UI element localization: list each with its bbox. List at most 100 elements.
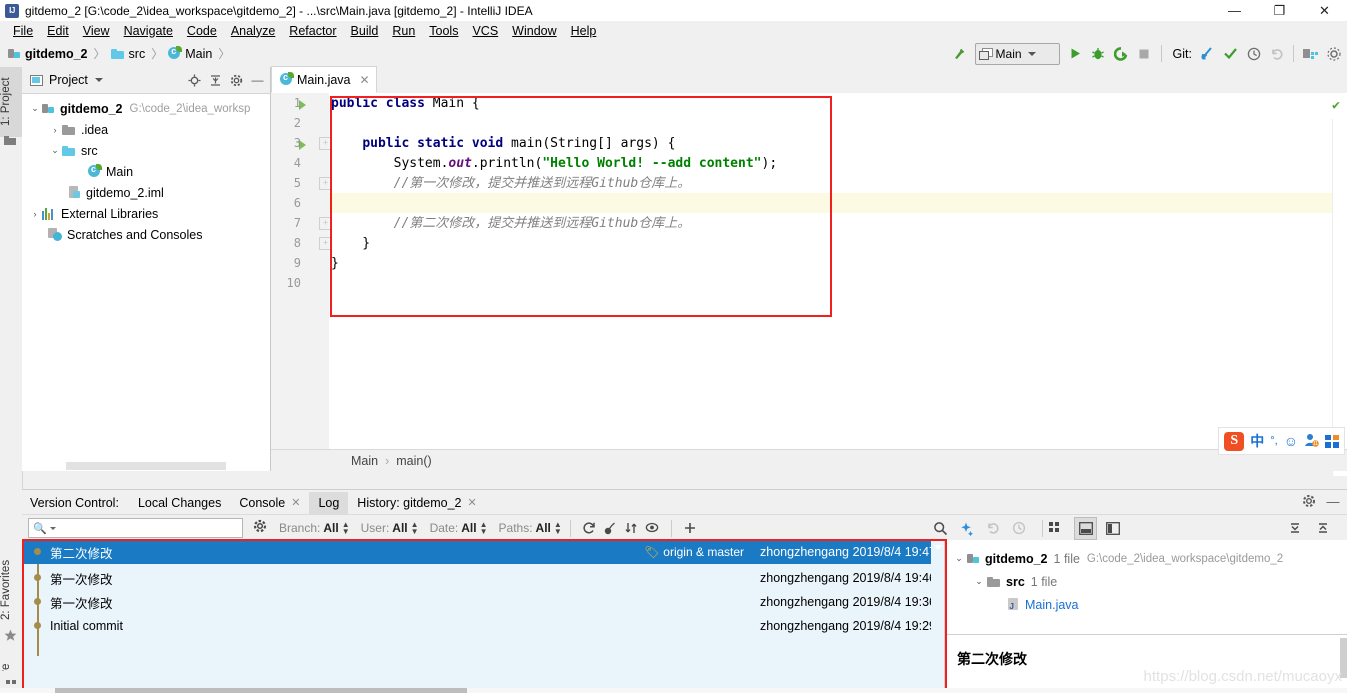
close-icon[interactable]: ✕ [360, 73, 370, 87]
chevron-down-icon[interactable]: ⌄ [971, 576, 987, 587]
tab-log[interactable]: Log [309, 491, 349, 514]
table-row[interactable]: 第一次修改 zhongzhengang 2019/8/4 19:46 [22, 566, 944, 590]
editor-breadcrumb-method[interactable]: main() [396, 454, 431, 468]
sogou-logo-icon[interactable]: S [1224, 431, 1245, 451]
history-icon[interactable] [1242, 42, 1265, 65]
run-icon[interactable] [1064, 42, 1087, 65]
table-row[interactable]: 第二次修改 🏷 origin & master zhongzhengang 20… [22, 540, 944, 564]
tab-history[interactable]: History: gitdemo_2 ✕ [348, 492, 485, 514]
collapse-all-icon[interactable] [1312, 518, 1333, 539]
project-structure-icon[interactable] [1299, 42, 1322, 65]
commit-icon[interactable] [1219, 42, 1242, 65]
hide-icon[interactable]: — [1323, 491, 1343, 511]
eye-icon[interactable] [642, 518, 663, 539]
menu-view[interactable]: View [76, 22, 117, 40]
editor-gutter[interactable]: 1 2 3 4 5 6 7 8 9 10 + + + + [271, 93, 332, 450]
chevron-down-icon[interactable] [49, 526, 56, 530]
side-panel-icon[interactable] [1102, 518, 1123, 539]
code-content[interactable]: public class Main { public static void m… [331, 93, 1347, 450]
add-icon[interactable] [680, 518, 701, 539]
debug-icon[interactable] [1087, 42, 1110, 65]
close-icon[interactable]: ✕ [468, 496, 477, 509]
tab-local-changes[interactable]: Local Changes [129, 492, 230, 514]
bottom-scrollbar[interactable] [0, 688, 1347, 693]
tree-node-iml[interactable]: gitdemo_2.iml [22, 182, 270, 203]
gear-icon[interactable] [1299, 491, 1319, 511]
table-row[interactable]: 第一次修改 zhongzhengang 2019/8/4 19:36 [22, 590, 944, 614]
gear-icon[interactable] [226, 70, 247, 91]
commit-list[interactable]: 第二次修改 🏷 origin & master zhongzhengang 20… [22, 540, 944, 693]
build-icon[interactable] [948, 42, 971, 65]
cherry-pick-icon[interactable] [600, 518, 621, 539]
close-icon[interactable]: ✕ [1302, 0, 1347, 21]
tree-node-src[interactable]: ⌄ src [22, 140, 270, 161]
close-icon[interactable]: ✕ [291, 496, 300, 509]
run-configuration-selector[interactable]: Main [974, 42, 1060, 65]
chevron-down-icon[interactable] [94, 78, 103, 82]
scrollbar-thumb[interactable] [66, 462, 226, 470]
menu-refactor[interactable]: Refactor [282, 22, 343, 40]
table-row[interactable]: Initial commit zhongzhengang 2019/8/4 19… [22, 614, 944, 638]
tree-node-idea[interactable]: › .idea [22, 119, 270, 140]
sidebar-item-project[interactable]: 1: Project [0, 67, 22, 137]
breadcrumb-main[interactable]: Main 〉 [168, 45, 235, 62]
punctuation-icon[interactable]: °, [1270, 435, 1277, 447]
revert-icon[interactable] [982, 518, 1003, 539]
chevron-right-icon[interactable]: › [28, 209, 42, 219]
menu-navigate[interactable]: Navigate [117, 22, 180, 40]
menu-run[interactable]: Run [385, 22, 422, 40]
menu-vcs[interactable]: VCS [465, 22, 505, 40]
menu-code[interactable]: Code [180, 22, 224, 40]
filter-user[interactable]: User: All ▲ ▼ [361, 521, 419, 536]
minimize-icon[interactable]: — [1212, 0, 1257, 21]
maximize-icon[interactable]: ❐ [1257, 0, 1302, 21]
menu-help[interactable]: Help [564, 22, 604, 40]
menu-window[interactable]: Window [505, 22, 563, 40]
update-project-icon[interactable] [1196, 42, 1219, 65]
grid-icon[interactable] [1044, 518, 1065, 539]
run-class-gutter-icon[interactable] [299, 100, 306, 110]
highlight-icon[interactable] [956, 518, 977, 539]
collapse-all-icon[interactable] [205, 70, 226, 91]
search-input[interactable]: 🔍 [28, 518, 243, 538]
run-method-gutter-icon[interactable] [299, 140, 306, 150]
commit-list-scrollbar[interactable] [931, 540, 944, 693]
filter-date[interactable]: Date: All ▲ ▼ [430, 521, 488, 536]
changed-file-node-mainjava[interactable]: Main.java [951, 593, 1347, 616]
filter-branch[interactable]: Branch: All ▲ ▼ [279, 521, 350, 536]
chevron-right-icon[interactable]: › [48, 125, 62, 135]
changed-file-node-gitdemo2[interactable]: ⌄ gitdemo_2 1 file G:\code_2\idea_worksp… [951, 547, 1347, 570]
run-with-coverage-icon[interactable] [1110, 42, 1133, 65]
settings-icon[interactable] [1322, 42, 1345, 65]
chevron-down-icon[interactable] [934, 545, 942, 550]
tab-main-java[interactable]: Main.java ✕ [271, 66, 377, 93]
chevron-down-icon[interactable]: ⌄ [28, 103, 42, 114]
menu-build[interactable]: Build [344, 22, 386, 40]
code-editor[interactable]: 1 2 3 4 5 6 7 8 9 10 + + + + public clas… [271, 93, 1347, 476]
filter-paths[interactable]: Paths: All ▲ ▼ [499, 521, 562, 536]
expand-all-icon[interactable] [1284, 518, 1305, 539]
stop-icon[interactable] [1133, 42, 1156, 65]
chevron-down-icon[interactable]: ⌄ [951, 553, 967, 564]
tree-node-scratches[interactable]: Scratches and Consoles [22, 224, 270, 245]
tree-node-gitdemo2[interactable]: ⌄ gitdemo_2 G:\code_2\idea_worksp [22, 98, 270, 119]
menu-analyze[interactable]: Analyze [224, 22, 282, 40]
menu-tools[interactable]: Tools [422, 22, 465, 40]
editor-breadcrumb-class[interactable]: Main [351, 454, 378, 468]
menu-file[interactable]: File [6, 22, 40, 40]
inspection-status-icon[interactable]: ✔ [1332, 98, 1340, 113]
breadcrumb-gitdemo2[interactable]: gitdemo_2 〉 [8, 45, 111, 62]
editor-vertical-scrollbar[interactable] [1332, 119, 1347, 476]
sidebar-item-favorites[interactable]: 2: Favorites [0, 547, 22, 633]
locate-icon[interactable] [184, 70, 205, 91]
menu-edit[interactable]: Edit [40, 22, 76, 40]
rollback-icon[interactable] [1265, 42, 1288, 65]
tab-console[interactable]: Console ✕ [230, 492, 309, 514]
gear-icon[interactable] [253, 519, 268, 537]
breadcrumb-src[interactable]: src 〉 [110, 45, 169, 62]
hide-icon[interactable]: — [247, 70, 268, 91]
project-horizontal-scrollbar[interactable] [22, 460, 270, 471]
changed-file-node-src[interactable]: ⌄ src 1 file [951, 570, 1347, 593]
tree-node-main[interactable]: Main [22, 161, 270, 182]
history-icon[interactable] [1008, 518, 1029, 539]
